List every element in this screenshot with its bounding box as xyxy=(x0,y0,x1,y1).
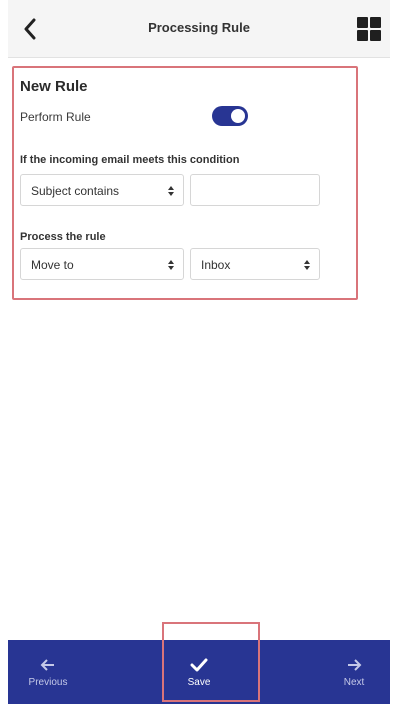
checkmark-icon xyxy=(190,658,208,671)
previous-label: Previous xyxy=(28,676,68,688)
rule-title: New Rule xyxy=(20,78,88,95)
next-label: Next xyxy=(343,676,365,688)
perform-rule-toggle[interactable] xyxy=(212,106,248,126)
condition-label: If the incoming email meets this conditi… xyxy=(20,154,240,166)
process-label: Process the rule xyxy=(20,231,106,243)
main-content: New Rule Perform Rule If the incoming em… xyxy=(8,58,390,640)
grid-menu-button[interactable] xyxy=(356,16,382,42)
bottom-nav: Previous Save Next xyxy=(8,640,390,704)
folder-select[interactable]: Inbox xyxy=(190,248,320,280)
page-title: Processing Rule xyxy=(148,20,250,35)
select-caret-icon xyxy=(303,258,311,272)
toggle-knob xyxy=(231,109,245,123)
action-select[interactable]: Move to xyxy=(20,248,184,280)
perform-rule-label: Perform Rule xyxy=(20,110,91,124)
new-rule-card: New Rule Perform Rule If the incoming em… xyxy=(12,66,358,300)
action-select-value: Move to xyxy=(31,258,74,272)
app-screen: Processing Rule New Rule Perform Rule If… xyxy=(0,0,398,704)
previous-button[interactable]: Previous xyxy=(8,640,88,704)
grid-icon xyxy=(357,17,368,28)
save-label: Save xyxy=(187,676,211,688)
condition-value-input[interactable] xyxy=(190,174,320,206)
arrow-left-icon xyxy=(40,658,54,671)
folder-select-value: Inbox xyxy=(201,258,231,272)
next-button[interactable]: Next xyxy=(321,640,387,704)
condition-select[interactable]: Subject contains xyxy=(20,174,184,206)
save-button[interactable]: Save xyxy=(159,640,239,704)
condition-select-value: Subject contains xyxy=(31,184,120,198)
select-caret-icon xyxy=(167,184,175,198)
arrow-right-icon xyxy=(348,658,362,671)
select-caret-icon xyxy=(167,258,175,272)
top-bar: Processing Rule xyxy=(8,0,390,58)
